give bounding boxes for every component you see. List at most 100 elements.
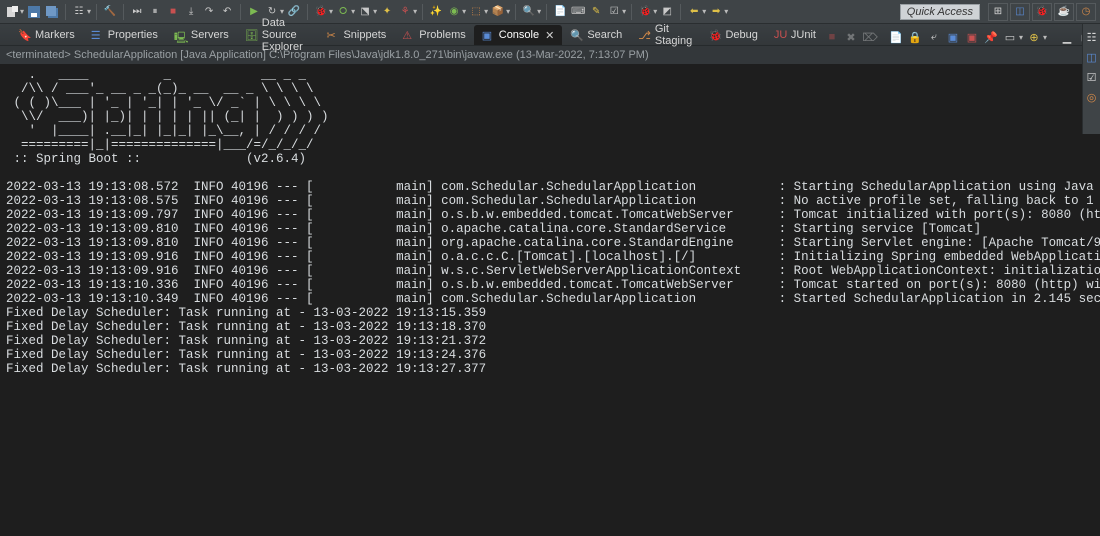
build-icon[interactable]: 🔨 (102, 4, 118, 20)
dropdown-icon[interactable]: ▾ (413, 7, 417, 16)
debug-persp-icon[interactable]: 🐞 (637, 4, 653, 20)
git-icon: ⎇ (638, 29, 651, 42)
remove-all-button[interactable]: ⌦ (862, 29, 878, 45)
console-output-panel: . ____ _ __ _ _ /\\ / ___'_ __ _ _(_)_ _… (0, 64, 1100, 536)
forward-icon[interactable]: ➡ (708, 4, 724, 20)
tab-markers[interactable]: 🔖 Markers (10, 25, 83, 45)
right-trim-bar: ☷ ◫ ☑ ◎ (1082, 24, 1100, 134)
step-icon[interactable]: ⤓ (183, 4, 199, 20)
tab-label: Git Staging (655, 23, 693, 47)
tab-git[interactable]: ⎇ Git Staging (630, 25, 700, 45)
tab-dse[interactable]: 🗄Data Source Explorer (237, 25, 319, 45)
skip-icon[interactable]: ⏭ (129, 4, 145, 20)
back-icon[interactable]: ⬅ (686, 4, 702, 20)
minimize-view-button[interactable]: ▁ (1059, 29, 1075, 45)
dropdown-icon[interactable]: ▾ (537, 7, 541, 16)
dropdown-icon[interactable]: ▾ (702, 7, 706, 16)
dropdown-icon[interactable]: ▾ (20, 7, 24, 16)
pause-icon[interactable]: ⏸ (147, 4, 163, 20)
new-plugin-icon[interactable]: ⬚ (468, 4, 484, 20)
profile-icon[interactable]: ✦ (379, 4, 395, 20)
task-icon[interactable]: ☑ (606, 4, 622, 20)
remove-launch-button[interactable]: ✖ (843, 29, 859, 45)
switch-icon[interactable]: ☷ (71, 4, 87, 20)
dropdown-icon[interactable]: ▾ (351, 7, 355, 16)
dropdown-icon[interactable]: ▾ (462, 7, 466, 16)
tests-icon[interactable]: ◩ (659, 4, 675, 20)
tab-label: Data Source Explorer (262, 17, 311, 53)
stepreturn-icon[interactable]: ↶ (219, 4, 235, 20)
stepover-icon[interactable]: ↷ (201, 4, 217, 20)
open-console-button[interactable]: ⊕ (1026, 29, 1042, 45)
open-type-icon[interactable]: 📄 (552, 4, 568, 20)
dropdown-icon[interactable]: ▾ (724, 7, 728, 16)
view-tab-bar: 🔖 Markers ☰ Properties 🖳Servers🗄Data Source … (0, 24, 1100, 46)
snippets-icon: ✂ (326, 29, 339, 42)
search-icon[interactable]: 🔍 (521, 4, 537, 20)
tab-debug[interactable]: 🐞Debug (700, 25, 765, 45)
tab-console[interactable]: ▣ Console ✕ (474, 25, 563, 45)
dropdown-icon[interactable]: ▾ (484, 7, 488, 16)
save-all-icon[interactable] (44, 4, 60, 20)
console-icon: ▣ (482, 29, 495, 42)
display-selected-button[interactable]: ▭ (1002, 29, 1018, 45)
datasource-icon: 🗄 (245, 29, 258, 42)
dropdown-icon[interactable]: ▾ (373, 7, 377, 16)
clear-console-button[interactable]: 📄 (888, 29, 904, 45)
perspective-switcher: ⊞ ◫ 🐞 ☕ ◷ (988, 3, 1096, 21)
new-icon[interactable] (4, 4, 20, 20)
problems-icon: ⚠ (402, 29, 415, 42)
dropdown-icon[interactable]: ▾ (280, 7, 284, 16)
dropdown-icon[interactable]: ▾ (87, 7, 91, 16)
perspective-java-ee[interactable]: ◫ (1010, 3, 1030, 21)
tasklist-trim-icon[interactable]: ☑ (1085, 70, 1099, 84)
dropdown-icon[interactable]: ▾ (1043, 33, 1047, 42)
ext-tool-icon[interactable]: ⚘ (397, 4, 413, 20)
wizard-icon[interactable]: ✨ (428, 4, 444, 20)
launch-description: <terminated> SchedularApplication [Java … (0, 46, 1100, 64)
terminate-button[interactable]: ■ (824, 29, 840, 45)
tab-label: Properties (108, 29, 158, 41)
quick-access[interactable]: Quick Access (900, 4, 980, 20)
console-output[interactable]: . ____ _ __ _ _ /\\ / ___'_ __ _ _(_)_ _… (0, 64, 1100, 380)
word-wrap-button[interactable]: ⤶ (926, 29, 942, 45)
tab-properties[interactable]: ☰ Properties (83, 25, 166, 45)
open-task-icon[interactable]: ⌨ (570, 4, 586, 20)
new-pkg-icon[interactable]: 📦 (490, 4, 506, 20)
tab-search[interactable]: 🔍Search (562, 25, 630, 45)
stop-icon[interactable]: ■ (165, 4, 181, 20)
coverage-trim-icon[interactable]: ☷ (1085, 30, 1099, 44)
outline-trim-icon[interactable]: ◫ (1085, 50, 1099, 64)
show-console-on-err-button[interactable]: ▣ (964, 29, 980, 45)
dropdown-icon[interactable]: ▾ (622, 7, 626, 16)
new-class-icon[interactable]: ◉ (446, 4, 462, 20)
perspective-java[interactable]: ☕ (1054, 3, 1074, 21)
tab-label: Markers (35, 29, 75, 41)
pin-console-button[interactable]: 📌 (983, 29, 999, 45)
dropdown-icon[interactable]: ▾ (506, 7, 510, 16)
servers-icon: 🖳 (174, 29, 187, 42)
scroll-lock-button[interactable]: 🔒 (907, 29, 923, 45)
dropdown-icon[interactable]: ▾ (653, 7, 657, 16)
perspective-debug[interactable]: 🐞 (1032, 3, 1052, 21)
dropdown-icon[interactable]: ▾ (329, 7, 333, 16)
debug-icon[interactable]: 🐞 (313, 4, 329, 20)
perspective-git[interactable]: ◷ (1076, 3, 1096, 21)
properties-icon: ☰ (91, 29, 104, 42)
show-console-on-out-button[interactable]: ▣ (945, 29, 961, 45)
tab-junit[interactable]: JUJUnit (766, 25, 824, 45)
annotations-icon[interactable]: ✎ (588, 4, 604, 20)
tab-problems[interactable]: ⚠Problems (394, 25, 473, 45)
search-trim-icon[interactable]: ◎ (1085, 90, 1099, 104)
save-icon[interactable] (26, 4, 42, 20)
resume-icon[interactable]: ▶ (246, 4, 262, 20)
dropdown-icon[interactable]: ▾ (1019, 33, 1023, 42)
open-perspective-button[interactable]: ⊞ (988, 3, 1008, 21)
coverage-icon[interactable]: ⬔ (357, 4, 373, 20)
tab-label: Console (499, 29, 539, 41)
run-icon[interactable]: ⭘ (335, 4, 351, 20)
markers-icon: 🔖 (18, 29, 31, 42)
tab-snippets[interactable]: ✂Snippets (318, 25, 394, 45)
close-icon[interactable]: ✕ (545, 29, 554, 42)
tab-servers[interactable]: 🖳Servers (166, 25, 237, 45)
